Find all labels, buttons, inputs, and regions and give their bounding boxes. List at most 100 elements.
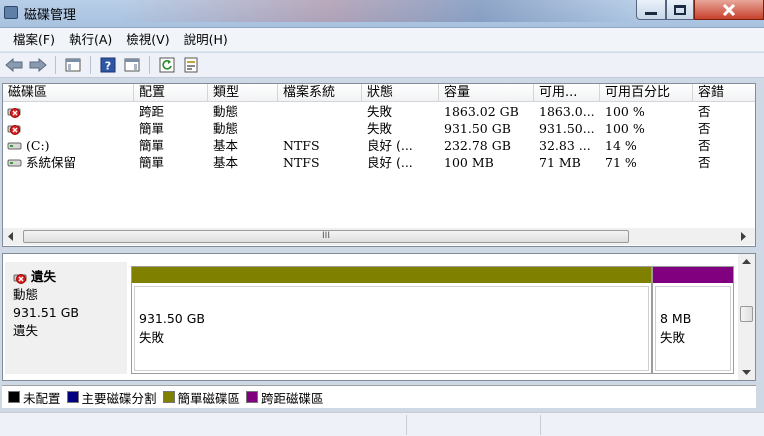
legend-label: 未配置: [23, 390, 61, 406]
close-icon: [722, 3, 736, 16]
cell-volume: 系統保留: [26, 155, 77, 170]
disk-graphical-view: 遺失 動態 931.51 GB 遺失 931.50 GB 失敗 8 MB 失敗: [2, 253, 756, 381]
legend-swatch: [66, 391, 79, 403]
horizontal-scroll-thumb[interactable]: III: [23, 230, 629, 243]
cell-fault-tolerance: 否: [698, 121, 711, 136]
cell-type: 動態: [213, 121, 239, 136]
disk-size: 931.51 GB: [13, 305, 79, 320]
cell-filesystem: [278, 120, 362, 137]
status-bar: [0, 412, 764, 436]
maximize-icon: [674, 4, 686, 15]
maximize-button[interactable]: [666, 0, 694, 20]
volume-list: 磁碟區 配置 類型 檔案系統 狀態 容量 可用... 可用百分比 容錯 跨距 動…: [2, 83, 756, 247]
action-pane-button[interactable]: [122, 55, 142, 75]
volume-list-header: 磁碟區 配置 類型 檔案系統 狀態 容量 可用... 可用百分比 容錯: [3, 84, 755, 102]
forward-arrow-icon: [29, 58, 47, 72]
legend-item-simple-volume: 簡單磁碟區: [162, 388, 241, 407]
column-header-fault-tolerance[interactable]: 容錯: [693, 84, 755, 102]
menu-bar: 檔案(F) 執行(A) 檢視(V) 說明(H): [0, 28, 764, 52]
action-pane-icon: [124, 58, 140, 72]
cell-volume: [21, 103, 134, 120]
column-header-status[interactable]: 狀態: [362, 84, 439, 102]
column-header-type[interactable]: 類型: [208, 84, 278, 102]
disk-management-icon: [4, 6, 18, 19]
refresh-button[interactable]: [157, 55, 177, 75]
scroll-right-arrow-icon[interactable]: [741, 232, 747, 241]
volume-row[interactable]: 系統保留 簡單 基本 NTFS 良好 (... 100 MB 71 MB 71 …: [3, 154, 755, 171]
cell-volume: (C:): [26, 138, 50, 153]
partition-size: 8 MB: [660, 311, 692, 326]
disk-view-vertical-scrollbar[interactable]: [738, 254, 755, 380]
cell-fault-tolerance: 否: [698, 155, 711, 170]
toolbar-separator: [149, 56, 150, 74]
legend-label: 簡單磁碟區: [177, 390, 241, 406]
disk-drive-icon: [7, 140, 22, 155]
svg-text:?: ?: [105, 60, 111, 73]
menu-view[interactable]: 檢視(V): [119, 28, 176, 52]
legend: 未配置 主要磁碟分割 簡單磁碟區 跨距磁碟區: [2, 385, 756, 408]
back-button[interactable]: [4, 55, 24, 75]
cell-filesystem: NTFS: [283, 138, 320, 153]
partition-simple-volume[interactable]: 931.50 GB 失敗: [131, 266, 652, 374]
refresh-icon: [159, 57, 175, 73]
help-button[interactable]: ?: [98, 55, 118, 75]
legend-swatch: [246, 391, 259, 403]
cell-free-space: 32.83 ...: [539, 138, 591, 153]
close-button[interactable]: [694, 0, 764, 20]
cell-status: 失敗: [367, 104, 393, 119]
column-header-free-space[interactable]: 可用...: [534, 84, 600, 102]
cell-status: 失敗: [367, 121, 393, 136]
volume-row[interactable]: 簡單 動態 失敗 931.50 GB 931.50... 100 % 否: [3, 120, 755, 137]
cell-capacity: 232.78 GB: [444, 138, 511, 153]
column-header-layout[interactable]: 配置: [134, 84, 208, 102]
partition-spanned-volume[interactable]: 8 MB 失敗: [652, 266, 734, 374]
help-icon: ?: [100, 57, 116, 73]
volume-list-horizontal-scrollbar[interactable]: III: [3, 228, 755, 245]
volume-row[interactable]: 跨距 動態 失敗 1863.02 GB 1863.0... 100 % 否: [3, 103, 755, 121]
properties-button[interactable]: [181, 55, 201, 75]
scroll-up-arrow-icon[interactable]: [742, 259, 751, 265]
failed-disk-icon: [7, 106, 22, 121]
cell-fault-tolerance: 否: [698, 138, 711, 153]
cell-fault-tolerance: 否: [698, 104, 711, 119]
legend-item-unallocated: 未配置: [8, 388, 61, 407]
cell-status: 良好 (...: [367, 155, 413, 170]
cell-capacity: 100 MB: [444, 155, 494, 170]
disk-state: 遺失: [13, 323, 39, 338]
minimize-icon: [645, 12, 657, 15]
volume-row[interactable]: (C:) 簡單 基本 NTFS 良好 (... 232.78 GB 32.83 …: [3, 137, 755, 155]
cell-layout: 簡單: [139, 121, 165, 136]
menu-action[interactable]: 執行(A): [62, 28, 119, 52]
status-pane: [540, 415, 541, 435]
forward-button[interactable]: [28, 55, 48, 75]
column-header-filesystem[interactable]: 檔案系統: [278, 84, 362, 102]
disk-info-panel[interactable]: 遺失 動態 931.51 GB 遺失: [5, 262, 127, 374]
cell-type: 動態: [213, 104, 239, 119]
properties-icon: [184, 57, 198, 73]
cell-status: 良好 (...: [367, 138, 413, 153]
menu-help[interactable]: 說明(H): [177, 28, 235, 52]
vertical-scroll-thumb[interactable]: [740, 306, 753, 322]
menu-file[interactable]: 檔案(F): [6, 28, 62, 52]
legend-swatch: [162, 391, 175, 403]
cell-percent-free: 100 %: [605, 104, 645, 119]
minimize-button[interactable]: [636, 0, 666, 20]
scroll-down-arrow-icon[interactable]: [742, 370, 751, 376]
console-tree-button[interactable]: [63, 55, 83, 75]
partition-size: 931.50 GB: [139, 311, 205, 326]
back-arrow-icon: [5, 58, 23, 72]
toolbar: ?: [0, 53, 764, 78]
column-header-percent-free[interactable]: 可用百分比: [600, 84, 693, 102]
column-header-volume[interactable]: 磁碟區: [3, 84, 134, 102]
failed-disk-icon: [13, 271, 28, 289]
status-pane: [406, 415, 407, 435]
column-header-capacity[interactable]: 容量: [439, 84, 534, 102]
cell-percent-free: 14 %: [605, 138, 637, 153]
disk-name: 遺失: [13, 268, 127, 286]
cell-layout: 跨距: [139, 104, 165, 119]
toolbar-separator: [55, 56, 56, 74]
legend-item-spanned-volume: 跨距磁碟區: [246, 388, 324, 407]
scroll-left-arrow-icon[interactable]: [8, 232, 14, 241]
partition-body: 931.50 GB 失敗: [134, 286, 649, 371]
partition-status: 失敗: [139, 330, 165, 345]
